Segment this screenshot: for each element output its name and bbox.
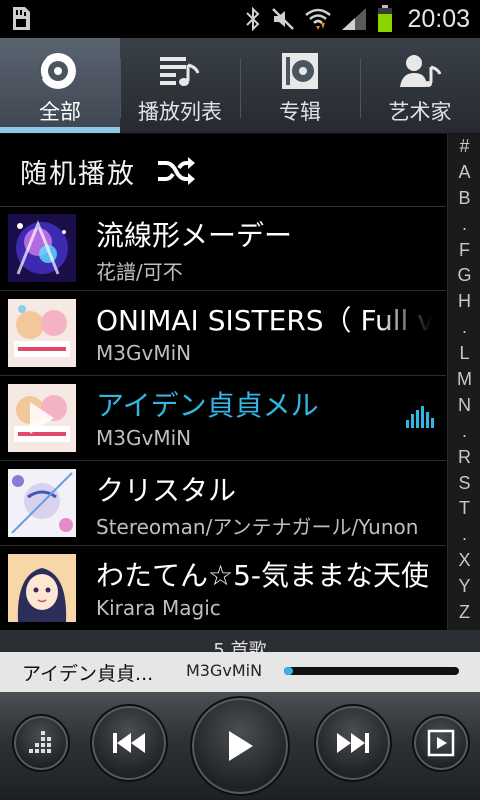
progress-fill bbox=[284, 667, 293, 675]
sd-card-icon bbox=[13, 7, 30, 30]
disc-icon bbox=[38, 53, 76, 89]
index-letter[interactable]: . bbox=[448, 419, 480, 445]
playback-controls bbox=[0, 692, 480, 800]
now-playing-bar[interactable]: アイデン貞貞... M3GvMiN bbox=[0, 652, 480, 692]
song-title: アイデン貞貞メル bbox=[96, 389, 319, 422]
previous-icon bbox=[113, 733, 145, 753]
index-letter[interactable]: F bbox=[448, 238, 480, 264]
alphabet-index-bar[interactable]: # A B . F G H . L M N . R S T . X Y Z bbox=[447, 134, 480, 630]
song-count-bar: 5 首歌 bbox=[0, 630, 480, 652]
next-button[interactable] bbox=[314, 704, 392, 782]
album-art bbox=[8, 384, 76, 452]
index-letter[interactable]: N bbox=[448, 393, 480, 419]
shuffle-icon bbox=[158, 157, 195, 185]
song-artist: M3GvMiN bbox=[96, 426, 192, 450]
tab-albums[interactable]: 专辑 bbox=[240, 38, 360, 133]
tab-all[interactable]: 全部 bbox=[0, 38, 120, 133]
playing-equalizer-icon bbox=[406, 406, 434, 428]
song-title: わたてん☆5-気ままな天使 bbox=[96, 559, 430, 592]
index-letter[interactable]: . bbox=[448, 315, 480, 341]
tab-playlists[interactable]: 播放列表 bbox=[120, 38, 240, 133]
status-bar: 20:03 bbox=[0, 0, 480, 38]
tab-label: 全部 bbox=[39, 100, 81, 124]
battery-icon bbox=[378, 5, 393, 32]
song-count: 5 首歌 bbox=[213, 640, 267, 652]
album-art bbox=[8, 554, 76, 622]
index-letter[interactable]: H bbox=[448, 289, 480, 315]
song-artist: Kirara Magic bbox=[96, 596, 221, 620]
shuffle-label: 随机播放 bbox=[20, 159, 136, 190]
album-art bbox=[8, 469, 76, 537]
playlist-icon bbox=[160, 57, 200, 86]
tab-artists[interactable]: 艺术家 bbox=[360, 38, 480, 133]
index-letter[interactable]: S bbox=[448, 471, 480, 497]
index-letter[interactable]: M bbox=[448, 367, 480, 393]
shuffle-row[interactable]: 随机播放 bbox=[0, 134, 446, 207]
index-letter[interactable]: B bbox=[448, 186, 480, 212]
mute-icon bbox=[272, 8, 295, 30]
index-letter[interactable]: Z bbox=[448, 600, 480, 626]
equalizer-icon bbox=[29, 731, 51, 753]
status-clock: 20:03 bbox=[407, 4, 470, 33]
index-letter[interactable]: L bbox=[448, 341, 480, 367]
song-artist: 花譜/可不 bbox=[96, 260, 183, 284]
wifi-icon bbox=[305, 8, 332, 30]
index-letter[interactable]: R bbox=[448, 445, 480, 471]
index-letter[interactable]: X bbox=[448, 548, 480, 574]
index-letter[interactable]: G bbox=[448, 263, 480, 289]
song-item-playing[interactable]: アイデン貞貞メル M3GvMiN bbox=[0, 376, 446, 461]
now-playing-artist: M3GvMiN bbox=[186, 661, 263, 680]
now-playing-title: アイデン貞貞... bbox=[22, 663, 154, 685]
index-letter[interactable]: . bbox=[448, 212, 480, 238]
song-title: 流線形メーデー bbox=[96, 219, 293, 252]
tab-label: 播放列表 bbox=[138, 100, 222, 124]
bluetooth-icon bbox=[246, 6, 260, 32]
tab-bar: 全部 播放列表 专辑 艺术家 bbox=[0, 38, 480, 134]
equalizer-button[interactable] bbox=[12, 714, 70, 772]
song-artist: M3GvMiN bbox=[96, 341, 192, 365]
song-artist: Stereoman/アンテナガール/Yunon bbox=[96, 515, 419, 539]
song-item[interactable]: クリスタル Stereoman/アンテナガール/Yunon bbox=[0, 461, 446, 546]
tab-label: 艺术家 bbox=[388, 100, 452, 124]
now-playing-screen-button[interactable] bbox=[412, 714, 470, 772]
album-art bbox=[8, 214, 76, 282]
now-playing-icon bbox=[427, 729, 455, 757]
index-letter[interactable]: # bbox=[448, 134, 480, 160]
album-art bbox=[8, 299, 76, 367]
tab-label: 专辑 bbox=[279, 100, 321, 124]
song-item[interactable]: わたてん☆5-気ままな天使 Kirara Magic bbox=[0, 546, 446, 631]
play-icon bbox=[229, 731, 253, 761]
previous-button[interactable] bbox=[90, 704, 168, 782]
index-letter[interactable]: Y bbox=[448, 574, 480, 600]
song-item[interactable]: 流線形メーデー 花譜/可不 bbox=[0, 206, 446, 291]
play-button[interactable] bbox=[190, 696, 290, 796]
song-title: クリスタル bbox=[96, 474, 237, 507]
signal-icon bbox=[342, 8, 367, 30]
next-icon bbox=[337, 733, 369, 753]
index-letter[interactable]: T bbox=[448, 496, 480, 522]
title-fade bbox=[376, 291, 446, 341]
artist-icon bbox=[400, 55, 442, 87]
album-icon bbox=[282, 53, 318, 89]
song-item[interactable]: ONIMAI SISTERS（ Full ve M3GvMiN bbox=[0, 291, 446, 376]
index-letter[interactable]: A bbox=[448, 160, 480, 186]
progress-bar[interactable] bbox=[284, 667, 459, 675]
index-letter[interactable]: . bbox=[448, 522, 480, 548]
